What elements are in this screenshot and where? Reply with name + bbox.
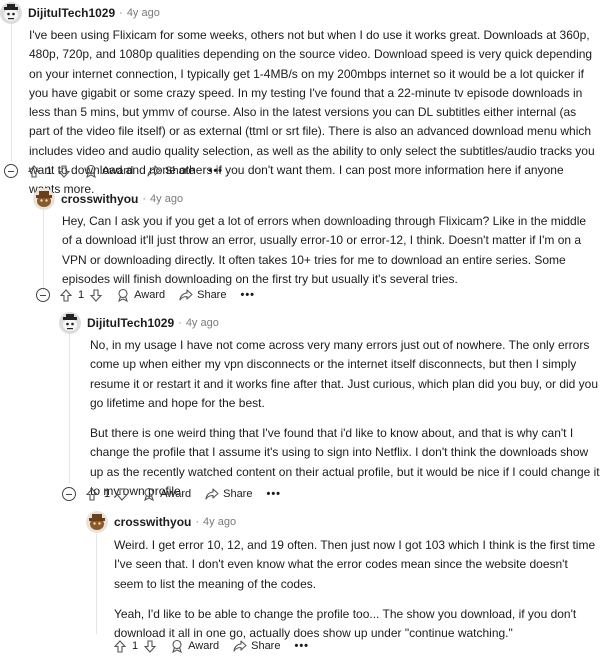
avatar[interactable] (86, 511, 108, 533)
award-button[interactable]: Award (170, 639, 219, 653)
award-icon (172, 639, 183, 653)
award-icon (86, 164, 97, 178)
comment-timestamp[interactable]: 4y ago (127, 7, 160, 19)
share-button[interactable]: Share (233, 640, 280, 652)
comment-author[interactable]: crosswithyou (61, 192, 138, 206)
comment-author[interactable]: crosswithyou (114, 515, 191, 529)
comment-actions: 1 Award Share ••• (36, 285, 255, 305)
share-label: Share (251, 640, 281, 652)
comment-author[interactable]: DijitulTech1029 (87, 316, 174, 330)
comment-text: Weird. I get error 10, 12, and 19 often.… (114, 538, 596, 591)
share-icon (179, 289, 193, 301)
vote-count: 1 (104, 488, 111, 500)
upvote-icon[interactable] (28, 164, 40, 178)
thread-line[interactable] (11, 24, 12, 162)
vote-count: 1 (132, 640, 139, 652)
collapse-icon[interactable] (36, 288, 50, 302)
more-options-button[interactable]: ••• (266, 488, 281, 500)
share-icon (233, 640, 247, 652)
award-label: Award (160, 488, 192, 500)
thread-line[interactable] (96, 534, 97, 634)
comment-header: crosswithyou · 4y ago (33, 188, 600, 210)
vote-count: 1 (78, 289, 85, 301)
comment-author[interactable]: DijitulTech1029 (28, 6, 115, 20)
downvote-icon[interactable] (116, 487, 129, 501)
vote-control: 1 (28, 164, 71, 178)
comment-header: crosswithyou · 4y ago (86, 511, 600, 533)
vote-control: 1 (114, 639, 157, 653)
upvote-icon[interactable] (60, 288, 72, 302)
comment-timestamp[interactable]: 4y ago (186, 317, 219, 329)
comment-header: DijitulTech1029 · 4y ago (59, 312, 600, 334)
upvote-icon[interactable] (86, 487, 98, 501)
downvote-icon[interactable] (144, 639, 157, 653)
downvote-icon[interactable] (58, 164, 71, 178)
separator-dot: · (119, 7, 123, 19)
separator-dot: · (178, 317, 182, 329)
comment-body: Hey, Can I ask you if you get a lot of e… (62, 212, 598, 289)
comment-actions: 1 Award Share ••• (62, 484, 281, 504)
thread-line[interactable] (69, 334, 70, 484)
more-options-button[interactable]: ••• (208, 165, 223, 177)
collapse-icon[interactable] (4, 164, 18, 178)
award-button[interactable]: Award (116, 288, 165, 302)
share-label: Share (197, 289, 227, 301)
comment-body: Weird. I get error 10, 12, and 19 often.… (114, 536, 598, 643)
vote-control: 1 (86, 487, 129, 501)
share-icon (147, 165, 161, 177)
comment-header: DijitulTech1029 · 4y ago (0, 2, 600, 24)
more-options-button[interactable]: ••• (294, 640, 309, 652)
award-button[interactable]: Award (84, 164, 133, 178)
avatar[interactable] (33, 188, 55, 210)
separator-dot: · (142, 193, 147, 205)
award-label: Award (102, 165, 134, 177)
comment-timestamp[interactable]: 4y ago (203, 516, 236, 528)
share-label: Share (223, 488, 253, 500)
collapse-icon[interactable] (62, 487, 76, 501)
share-button[interactable]: Share (147, 165, 194, 177)
comment-text: Hey, Can I ask you if you get a lot of e… (62, 214, 587, 286)
upvote-icon[interactable] (114, 639, 126, 653)
comment: DijitulTech1029 · 4y ago No, in my usage… (59, 312, 600, 498)
comment: crosswithyou · 4y ago Weird. I get error… (86, 511, 600, 640)
comment: DijitulTech1029 · 4y ago I've been using… (0, 2, 600, 196)
award-button[interactable]: Award (142, 487, 191, 501)
award-label: Award (134, 289, 166, 301)
vote-count: 1 (46, 165, 53, 177)
comment-body: No, in my usage I have not come across v… (90, 336, 600, 501)
award-label: Award (188, 640, 220, 652)
more-options-button[interactable]: ••• (240, 289, 255, 301)
comment-actions: 1 Award Share ••• (114, 636, 309, 656)
share-button[interactable]: Share (179, 289, 226, 301)
comment-text: No, in my usage I have not come across v… (90, 338, 599, 410)
comment: crosswithyou · 4y ago Hey, Can I ask you… (33, 188, 600, 286)
share-button[interactable]: Share (205, 488, 252, 500)
thread-line[interactable] (43, 210, 44, 290)
share-icon (205, 488, 219, 500)
vote-control: 1 (60, 288, 103, 302)
downvote-icon[interactable] (90, 288, 103, 302)
comment-actions: 1 Award Share ••• (4, 161, 223, 181)
award-icon (144, 487, 155, 501)
share-label: Share (165, 165, 195, 177)
avatar[interactable] (59, 312, 81, 334)
award-icon (118, 288, 129, 302)
separator-dot: · (195, 516, 200, 528)
comment-timestamp[interactable]: 4y ago (150, 193, 183, 205)
avatar[interactable] (0, 2, 22, 24)
